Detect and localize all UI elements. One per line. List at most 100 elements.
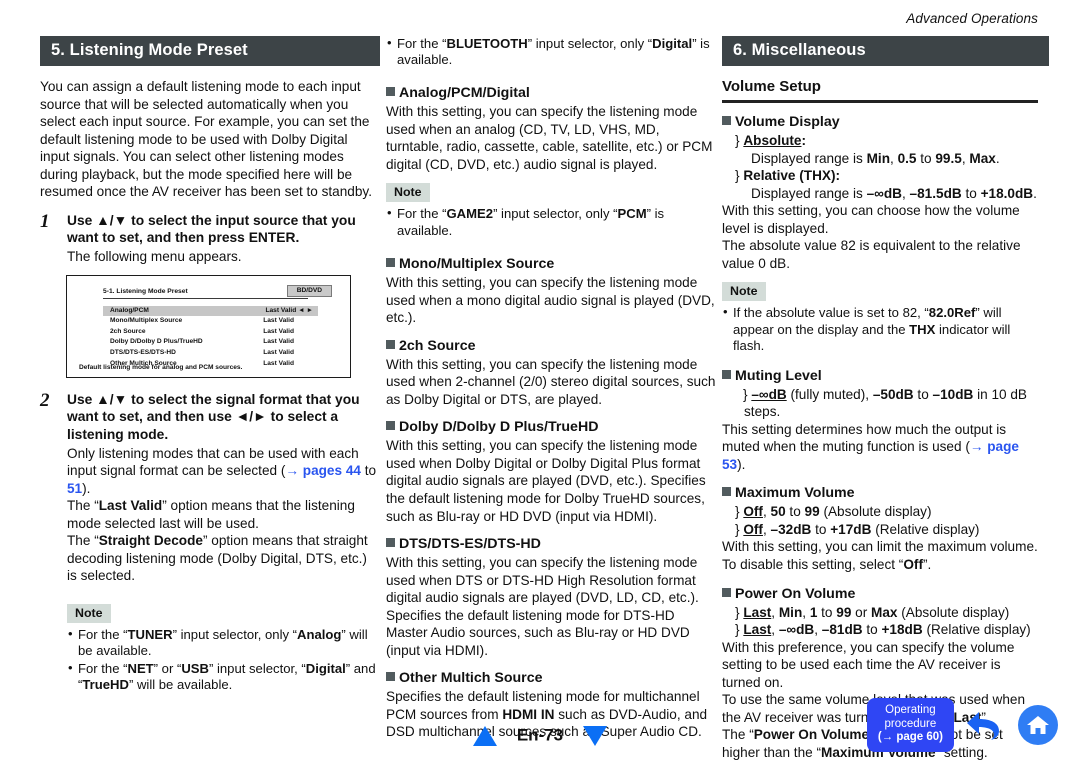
osd-row-value: Last Valid — [263, 338, 294, 346]
max-sep1: , — [762, 521, 771, 537]
subsection-heading-text: DTS/DTS-ES/DTS-HD — [399, 536, 541, 553]
subsection-heading-dts-es-hd: DTS/DTS-ES/DTS-HD — [386, 536, 716, 553]
home-button[interactable] — [1018, 705, 1058, 746]
range-max: Max — [969, 150, 996, 166]
step-2: 2 Use ▲/▼ to select the signal format th… — [40, 390, 380, 585]
max-body-post: ”. — [922, 557, 932, 573]
range-low: 0.5 — [897, 150, 917, 166]
subsection-heading-other-multich-source: Other Multich Source — [386, 670, 716, 687]
option-line-power-relative: } Last, –∞dB, –81dB to +18dB (Relative d… — [722, 621, 1038, 639]
muting-mid1: (fully muted), — [786, 386, 873, 402]
updown-arrows-glyph: ▲/▼ — [96, 212, 128, 228]
muting-minus-inf: –∞dB — [751, 386, 787, 402]
power-sep2: , — [814, 622, 822, 638]
return-arrow-icon — [967, 712, 999, 741]
muting-high: –10dB — [932, 386, 974, 402]
operating-procedure-page-ref: (→ page 60) — [877, 731, 943, 744]
note-badge: Note — [722, 282, 766, 302]
subsection-heading-text: Muting Level — [735, 367, 822, 384]
brace-glyph: } — [735, 622, 740, 638]
column-right: 6. Miscellaneous Volume Setup Volume Dis… — [722, 36, 1049, 761]
power-low: –81dB — [821, 622, 863, 638]
operating-procedure-button[interactable]: Operating procedure (→ page 60) — [866, 698, 954, 752]
option-sub-relative-range: Displayed range is –∞dB, –81.5dB to +18.… — [722, 185, 1038, 203]
note-badge: Note — [386, 183, 430, 203]
volume-display-paragraph-2: The absolute value 82 is equivalent to t… — [722, 238, 1021, 271]
step-2-p3-bold: Straight Decode — [98, 533, 203, 549]
note-list: If the absolute value is set to 82, “82.… — [722, 304, 1038, 354]
power-sep3: to — [817, 604, 837, 620]
osd-row-value: Last Valid — [263, 317, 294, 325]
subsection-body-analog-pcm-digital: With this setting, you can specify the l… — [386, 104, 713, 172]
intro-paragraph: You can assign a default listening mode … — [40, 78, 372, 200]
subsection-heading-text: 2ch Source — [399, 337, 476, 354]
step-2-p1-mid: to — [360, 463, 377, 479]
brace-glyph: } — [735, 521, 740, 537]
note-item-pre: If the absolute value is set to 82, “ — [733, 305, 929, 321]
page-reference-link-51[interactable]: 51 — [67, 481, 82, 496]
muting-body-post: ). — [737, 456, 746, 472]
page-up-triangle-icon[interactable] — [472, 726, 497, 746]
osd-row: 2ch Source Last Valid — [103, 327, 318, 338]
option-line-power-absolute: } Last, Min, 1 to 99 or Max (Absolute di… — [722, 604, 1038, 622]
range-min: Min — [866, 150, 891, 166]
osd-row-value: Last Valid — [263, 348, 294, 356]
subsection-heading-text: Other Multich Source — [399, 670, 543, 687]
step-2-p2-bold: Last Valid — [98, 498, 163, 514]
manual-page: Advanced Operations 5. Listening Mode Pr… — [0, 0, 1080, 764]
option-line-absolute: } Absolute: — [722, 132, 1038, 150]
step-1-title-pre: Use — [67, 212, 97, 228]
subsection-heading-text: Maximum Volume — [735, 485, 855, 502]
brace-glyph: } — [735, 504, 740, 520]
osd-row-value-text: Last Valid — [265, 306, 297, 314]
power-max: Max — [871, 604, 898, 620]
subsection-heading-mono-multiplex-source: Mono/Multiplex Source — [386, 256, 716, 273]
page-reference-link-44[interactable]: → pages 44 — [285, 463, 361, 478]
power-minus-inf: –∞dB — [778, 622, 815, 638]
range-minus-inf: –∞dB — [866, 185, 902, 201]
subsection-heading-power-on-volume: Power On Volume — [722, 586, 1038, 603]
osd-row-label: 2ch Source — [110, 327, 146, 335]
brace-glyph: } — [735, 604, 740, 620]
return-button[interactable] — [963, 705, 1009, 745]
osd-row: Mono/Multiplex Source Last Valid — [103, 316, 318, 327]
max-high: +17dB — [830, 521, 872, 537]
muting-level-body: This setting determines how much the out… — [722, 421, 1038, 474]
range-sep2: to — [916, 150, 936, 166]
step-1-number: 1 — [40, 210, 50, 232]
max-post: (Relative display) — [871, 521, 980, 537]
power-sep4: or — [851, 604, 872, 620]
step-1: 1 Use ▲/▼ to select the input source tha… — [40, 210, 380, 266]
option-label-relative-thx: Relative (THX) — [743, 168, 836, 184]
power-post: (Absolute display) — [897, 604, 1010, 620]
page-down-triangle-icon[interactable] — [583, 726, 608, 746]
max-off: Off — [743, 504, 763, 520]
power-sep3: to — [862, 622, 882, 638]
osd-row-value: Last Valid — [263, 327, 294, 335]
osd-footer-hint: Default listening mode for analog and PC… — [79, 363, 243, 371]
power-last: Last — [743, 622, 772, 638]
max-body-pre: With this setting, you can limit the max… — [722, 539, 1038, 573]
section-header-listening-mode-preset: 5. Listening Mode Preset — [40, 36, 380, 66]
power-min: Min — [778, 604, 803, 620]
muting-body-pre: This setting determines how much the out… — [722, 421, 1007, 455]
muting-mid2: to — [913, 386, 933, 402]
option-line-muting-range: } –∞dB (fully muted), –50dB to –10dB in … — [722, 386, 1038, 421]
osd-row-label: Dolby D/Dolby D Plus/TrueHD — [110, 338, 203, 346]
osd-row-label: DTS/DTS-ES/DTS-HD — [110, 348, 176, 356]
option-line-max-absolute: } Off, 50 to 99 (Absolute display) — [722, 503, 1038, 521]
leftright-arrows-glyph: ◄ ► — [298, 306, 313, 314]
page-number-label: En-73 — [516, 726, 564, 745]
step-2-paragraph-2: The “Last Valid” option means that the l… — [67, 497, 380, 532]
max-low: 50 — [770, 504, 786, 520]
power-sep1: , — [771, 604, 779, 620]
square-bullet-icon — [722, 369, 731, 379]
note-list: For the “TUNER” input selector, only “An… — [67, 626, 380, 694]
power-post: (Relative display) — [922, 622, 1031, 638]
square-bullet-icon — [386, 672, 395, 682]
step-1-title: Use ▲/▼ to select the input source that … — [67, 212, 380, 247]
option-line-relative-thx: } Relative (THX): — [722, 167, 1038, 185]
note-item-ref-value: 82.0Ref — [928, 305, 976, 321]
range-sep2: to — [961, 185, 981, 201]
osd-row-label: Mono/Multiplex Source — [110, 317, 183, 325]
